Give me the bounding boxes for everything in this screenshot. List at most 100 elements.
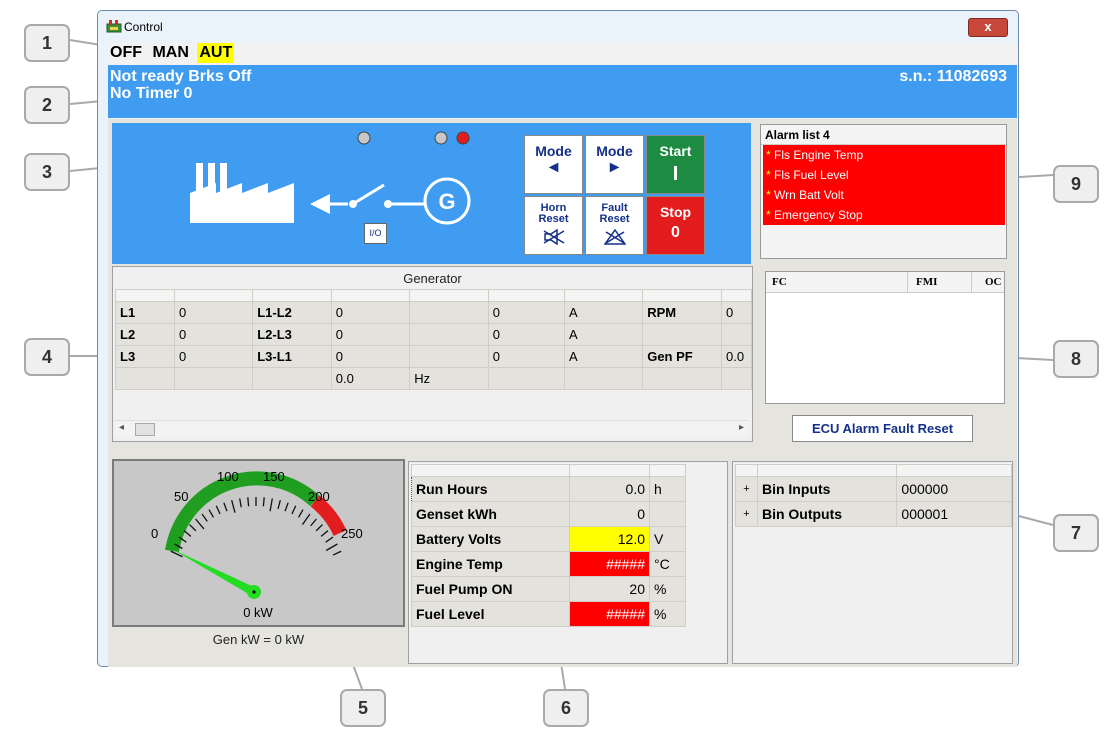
gauge-tick	[183, 530, 192, 537]
callout-4: 4	[24, 338, 70, 376]
value-unit: %	[649, 601, 686, 627]
bin-name: Bin Outputs	[756, 501, 898, 527]
table-row[interactable]: Engine Temp ##### °C	[411, 551, 686, 577]
scroll-left-icon[interactable]: ◂	[119, 422, 124, 433]
callout-1: 1	[24, 24, 70, 62]
horn-mute-icon	[543, 228, 564, 246]
cell	[721, 323, 752, 346]
gauge-tick-label: 50	[174, 489, 188, 504]
cell	[115, 367, 175, 390]
table-row[interactable]: L3 0 L3-L1 0 0 A Gen PF 0.0	[115, 345, 752, 368]
scroll-thumb[interactable]	[135, 423, 155, 436]
gauge-tick	[284, 502, 289, 512]
value-cell-alarm: #####	[569, 551, 650, 577]
ecu-fault-list[interactable]: FC FMI OC	[765, 271, 1005, 404]
stop-label: Stop	[659, 204, 692, 220]
generator-lamp-icon	[456, 131, 470, 145]
start-button[interactable]: Start I	[646, 135, 705, 194]
gauge-tick-label: 0	[151, 526, 158, 541]
breaker-io-button[interactable]: I/O	[364, 223, 387, 244]
cell	[409, 345, 489, 368]
binary-io-grid: + Bin Inputs 000000 + Bin Outputs 000001	[735, 464, 1012, 527]
cell	[252, 367, 332, 390]
cell: 0	[721, 301, 752, 324]
row-label: Gen PF	[642, 345, 723, 368]
status-line-2: No Timer 0	[110, 85, 193, 102]
cell: 0	[173, 345, 254, 368]
gauge-tick	[231, 500, 236, 513]
start-icon: I	[672, 163, 679, 185]
value-name: Genset kWh	[411, 501, 570, 527]
table-row[interactable]: Run Hours 0.0 h	[411, 476, 686, 502]
cell: 0.0	[721, 345, 752, 368]
alarm-item[interactable]: * Fls Fuel Level	[763, 165, 1005, 185]
title-bar[interactable]: Control x	[98, 11, 1018, 43]
gauge-tick	[262, 497, 265, 507]
value-unit: h	[649, 476, 686, 502]
value-unit	[649, 501, 686, 527]
cell: Hz	[409, 367, 489, 390]
gauge-tick	[332, 550, 342, 556]
generator-grid: L1 0 L1-L2 0 0 A RPM 0 L2 0 L2-L3 0 0 A …	[115, 289, 752, 390]
cell	[563, 367, 644, 390]
alarm-item[interactable]: * Emergency Stop	[763, 205, 1005, 225]
alarm-list-items: * Fls Engine Temp * Fls Fuel Level * Wrn…	[763, 145, 1005, 225]
generator-label: G	[438, 189, 455, 214]
value-cell: 20	[569, 576, 650, 602]
table-row[interactable]: L1 0 L1-L2 0 0 A RPM 0	[115, 301, 752, 324]
horn-reset-button[interactable]: Horn Reset	[524, 196, 583, 255]
scroll-right-icon[interactable]: ▸	[739, 422, 744, 433]
horizontal-scrollbar[interactable]: ◂ ▸	[115, 420, 748, 437]
control-window: Control x OFF MAN AUT Not ready Brks Off…	[97, 10, 1019, 667]
mode-left-button[interactable]: Mode ◄	[524, 135, 583, 194]
mode-bar: OFF MAN AUT	[108, 43, 1017, 65]
ecu-alarm-fault-reset-button[interactable]: ECU Alarm Fault Reset	[792, 415, 973, 442]
arrow-right-icon: ►	[606, 159, 623, 176]
gauge-tick	[195, 518, 205, 530]
alarm-item[interactable]: * Wrn Batt Volt	[763, 185, 1005, 205]
gauge-caption: Gen kW = 0 kW	[212, 632, 305, 647]
cell	[409, 301, 489, 324]
row-label: L1	[115, 301, 175, 324]
mains-lamp-icon	[357, 131, 371, 145]
status-bar: Not ready Brks Off No Timer 0 s.n.: 1108…	[108, 65, 1017, 118]
close-button[interactable]: x	[968, 18, 1008, 37]
table-row[interactable]: + Bin Outputs 000001	[735, 501, 1012, 527]
table-row[interactable]: Genset kWh 0	[411, 501, 686, 527]
table-row[interactable]: 0.0 Hz	[115, 367, 752, 390]
expand-icon[interactable]: +	[735, 501, 758, 527]
mode-man[interactable]: MAN	[150, 43, 190, 63]
cell: 0	[173, 301, 254, 324]
fault-reset-label-2: Reset	[599, 213, 630, 225]
breaker-switch-icon	[355, 183, 385, 204]
expand-icon[interactable]: +	[735, 476, 758, 502]
bin-value: 000000	[896, 476, 1012, 502]
breaker-lamp-icon	[434, 131, 448, 145]
gauge-tick	[320, 530, 329, 537]
gauge-needle	[172, 549, 256, 596]
gauge-tick	[325, 543, 338, 552]
mode-aut[interactable]: AUT	[197, 43, 235, 63]
mode-off[interactable]: OFF	[108, 43, 144, 63]
table-row[interactable]: L2 0 L2-L3 0 0 A	[115, 323, 752, 346]
stop-button[interactable]: Stop 0	[646, 196, 705, 255]
alarm-item[interactable]: * Fls Engine Temp	[763, 145, 1005, 165]
gauge-tick	[325, 536, 334, 543]
stop-icon: 0	[671, 224, 680, 241]
gauge-tick	[189, 524, 197, 532]
table-row[interactable]: Fuel Pump ON 20 %	[411, 576, 686, 602]
gauge-graphic: 0 50 100 150 200 250 0 kW	[151, 469, 363, 620]
callout-7: 7	[1053, 514, 1099, 552]
cell	[409, 323, 489, 346]
mode-left-label: Mode	[535, 143, 572, 159]
alarm-list[interactable]: Alarm list 4 * Fls Engine Temp * Fls Fue…	[760, 124, 1007, 259]
fault-reset-button[interactable]: Fault Reset	[585, 196, 644, 255]
alarm-list-title: Alarm list 4	[761, 125, 1006, 145]
table-row[interactable]: Fuel Level ##### %	[411, 601, 686, 627]
fault-list-header: FC FMI OC	[766, 272, 1004, 293]
table-row[interactable]: Battery Volts 12.0 V	[411, 526, 686, 552]
callout-2: 2	[24, 86, 70, 124]
mode-right-button[interactable]: Mode ►	[585, 135, 644, 194]
table-row[interactable]: + Bin Inputs 000000	[735, 476, 1012, 502]
value-name: Engine Temp	[411, 551, 570, 577]
